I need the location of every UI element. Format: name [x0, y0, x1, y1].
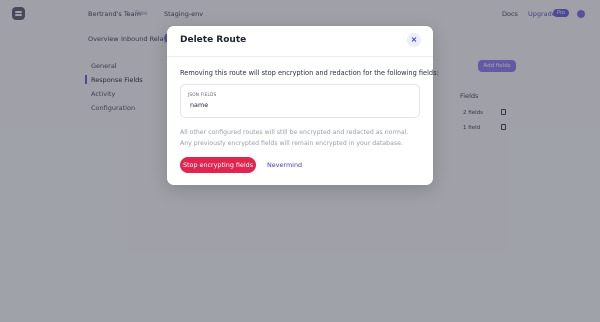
json-fields-label: JSON FIELDS	[188, 92, 217, 97]
stop-encrypting-button[interactable]: Stop encrypting fields	[180, 157, 256, 173]
json-fields-box: JSON FIELDS name	[180, 84, 420, 118]
dialog-title: Delete Route	[180, 35, 247, 45]
delete-route-dialog: Delete Route × Removing this route will …	[167, 26, 439, 185]
dialog-note: All other configured routes will still b…	[180, 129, 409, 147]
dialog-divider	[167, 56, 433, 57]
json-field-value: name	[190, 101, 209, 109]
dialog-description: Removing this route will stop encryption…	[180, 69, 439, 77]
nevermind-button[interactable]: Nevermind	[267, 157, 302, 173]
close-icon[interactable]: ×	[407, 33, 421, 47]
